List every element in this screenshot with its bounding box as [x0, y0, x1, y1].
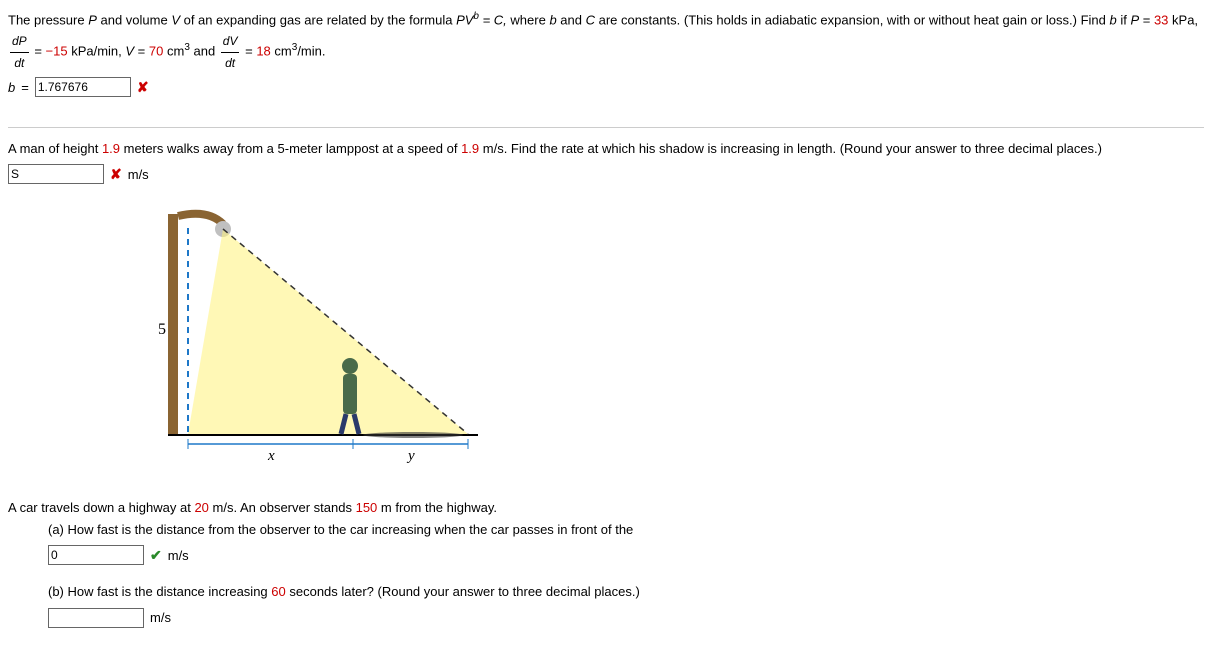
separator: [8, 127, 1204, 128]
q1-and: and: [190, 44, 219, 59]
q1-P: P: [88, 12, 97, 27]
q1-frac-dpdt: dPdt: [10, 31, 29, 73]
q1-eq: =: [1139, 12, 1154, 27]
question-3: A car travels down a highway at 20 m/s. …: [8, 497, 1204, 627]
q3-text: m/s. An observer stands: [209, 500, 356, 515]
q2-height: 1.9: [102, 141, 120, 156]
q3-part-b-text: (b) How fast is the distance increasing …: [48, 581, 1204, 603]
q2-diagram: 5 x y: [128, 204, 1204, 467]
q1-text: and: [557, 12, 586, 27]
q1-answer-row: b = ✘: [8, 77, 1204, 97]
q2-speed: 1.9: [461, 141, 479, 156]
correct-icon: ✔: [150, 547, 162, 564]
q1-val-dp: −15: [46, 44, 68, 59]
q1-P2: P: [1130, 12, 1139, 27]
q1-val-v: 70: [149, 44, 163, 59]
q1-answer-eq: =: [21, 80, 29, 95]
q2-text: meters walks away from a 5-meter lamppos…: [120, 141, 461, 156]
q1-formula: PV: [456, 12, 473, 27]
q3-b-answer-input[interactable]: [48, 608, 144, 628]
lamppost-diagram: 5 x y: [128, 204, 488, 464]
q3-a-unit: m/s: [168, 548, 189, 563]
q3-speed: 20: [194, 500, 208, 515]
q3-part-a-text: (a) How fast is the distance from the ob…: [48, 519, 1204, 541]
lamp-height-label: 5: [158, 321, 166, 338]
q1-eq: =: [34, 44, 45, 59]
q3-part-a: (a) How fast is the distance from the ob…: [48, 519, 1204, 565]
q2-answer-row: ✘ m/s: [8, 164, 1204, 184]
q2-answer-input[interactable]: [8, 164, 104, 184]
q1-answer-label: b: [8, 80, 15, 95]
q1-eq: =: [245, 44, 256, 59]
q3-b-unit: m/s: [150, 610, 171, 625]
q1-text: The pressure: [8, 12, 88, 27]
q3-b-time: 60: [271, 584, 285, 599]
q3-b-text2: seconds later? (Round your answer to thr…: [286, 584, 640, 599]
q1-V2: V: [125, 44, 134, 59]
question-1-text: The pressure P and volume V of an expand…: [8, 8, 1204, 73]
q1-V: V: [171, 12, 180, 27]
q1-frac-dvdt: dVdt: [221, 31, 240, 73]
x-label: x: [267, 448, 275, 464]
question-2-text: A man of height 1.9 meters walks away fr…: [8, 138, 1204, 160]
q3-b-answer-row: m/s: [48, 608, 1204, 628]
incorrect-icon: ✘: [110, 166, 122, 183]
q1-text: of an expanding gas are related by the f…: [180, 12, 456, 27]
q1-unit: cm: [163, 44, 184, 59]
q1-text: if: [1117, 12, 1131, 27]
q3-a-answer-row: ✔ m/s: [48, 545, 1204, 565]
question-2: A man of height 1.9 meters walks away fr…: [8, 138, 1204, 467]
q3-dist: 150: [356, 500, 378, 515]
q1-val-p: 33: [1154, 12, 1168, 27]
q1-text: where: [507, 12, 550, 27]
q1-unit: kPa/min,: [68, 44, 126, 59]
q1-eqC: = C,: [479, 12, 507, 27]
q1-eq: =: [134, 44, 149, 59]
q1-text: are constants. (This holds in adiabatic …: [595, 12, 1110, 27]
q3-part-b: (b) How fast is the distance increasing …: [48, 581, 1204, 627]
q3-text: A car travels down a highway at: [8, 500, 194, 515]
incorrect-icon: ✘: [137, 79, 149, 96]
q1-permin: /min.: [297, 44, 325, 59]
q1-text: and volume: [97, 12, 171, 27]
q1-b2: b: [1109, 12, 1116, 27]
q1-unit: kPa,: [1168, 12, 1198, 27]
q3-text: m from the highway.: [377, 500, 497, 515]
q2-text: m/s. Find the rate at which his shadow i…: [479, 141, 1102, 156]
q1-answer-input[interactable]: [35, 77, 131, 97]
y-label: y: [406, 448, 415, 464]
q1-b: b: [549, 12, 556, 27]
q1-C: C: [586, 12, 595, 27]
q2-text: A man of height: [8, 141, 102, 156]
q3-a-answer-input[interactable]: [48, 545, 144, 565]
question-3-text: A car travels down a highway at 20 m/s. …: [8, 497, 1204, 519]
q1-val-dv: 18: [256, 44, 270, 59]
q1-unit: cm: [271, 44, 292, 59]
q3-b-text: (b) How fast is the distance increasing: [48, 584, 271, 599]
question-1: The pressure P and volume V of an expand…: [8, 8, 1204, 97]
q2-unit: m/s: [128, 167, 149, 182]
